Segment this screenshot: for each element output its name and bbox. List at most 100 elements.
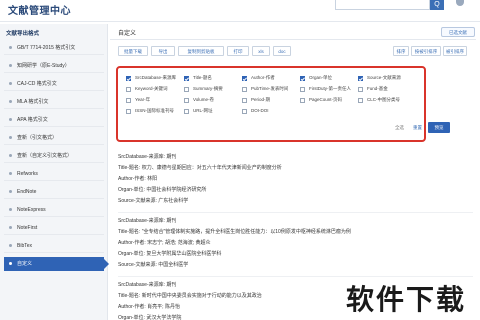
- checkbox-icon[interactable]: [126, 108, 131, 114]
- field-label: URL-网址: [193, 108, 213, 113]
- field-label: Volume-卷: [193, 97, 215, 102]
- field-checkbox[interactable]: URL-网址: [184, 107, 213, 115]
- field-checkbox[interactable]: Fund-基金: [358, 85, 388, 93]
- selected-docs-button[interactable]: 已选文献: [441, 27, 475, 37]
- checkbox-icon[interactable]: [358, 75, 363, 81]
- sidebar-item[interactable]: Refworks: [4, 167, 104, 181]
- sidebar-item[interactable]: EndNote: [4, 185, 104, 199]
- field-checkbox[interactable]: Summary-摘要: [184, 85, 223, 93]
- bullet-icon: [9, 82, 12, 85]
- checkbox-icon[interactable]: [242, 108, 247, 114]
- record-line: SrcDatabase-来源库: 期刊: [118, 218, 177, 224]
- field-checkbox[interactable]: Organ-单位: [300, 74, 332, 82]
- field-label: Title-题名: [193, 75, 212, 80]
- field-label: SrcDatabase-来源库: [135, 75, 177, 80]
- panel-title: 自定义: [118, 31, 137, 37]
- checkbox-icon[interactable]: [300, 86, 305, 92]
- sidebar-item[interactable]: NoteFirst: [4, 221, 104, 235]
- field-checkbox[interactable]: Title-题名: [184, 74, 212, 82]
- checkbox-icon[interactable]: [242, 97, 247, 103]
- bullet-icon: [9, 100, 12, 103]
- field-checkbox[interactable]: Author-作者: [242, 74, 275, 82]
- checkbox-icon[interactable]: [184, 97, 189, 103]
- bullet-icon: [9, 226, 12, 229]
- sidebar-item[interactable]: BibTex: [4, 239, 104, 253]
- toolbar-button[interactable]: 导出: [151, 46, 175, 56]
- user-icon[interactable]: [456, 0, 464, 6]
- sidebar-item[interactable]: 查新（自定义引文格式）: [4, 149, 104, 163]
- sidebar-item-label: GB/T 7714-2015 格式引文: [17, 45, 76, 51]
- field-checkbox[interactable]: Volume-卷: [184, 96, 214, 104]
- sidebar-item[interactable]: NoteExpress: [4, 203, 104, 217]
- checkbox-icon[interactable]: [184, 75, 189, 81]
- select-all-link[interactable]: 全选: [395, 125, 404, 131]
- sidebar-item[interactable]: GB/T 7714-2015 格式引文: [4, 41, 104, 55]
- field-checkbox[interactable]: DOI-DOI: [242, 107, 269, 115]
- field-checkbox[interactable]: Period-期: [242, 96, 270, 104]
- sidebar-item-label: NoteFirst: [17, 225, 38, 231]
- field-checkbox[interactable]: PageCount-页码: [300, 96, 342, 104]
- checkbox-icon[interactable]: [358, 86, 363, 92]
- sidebar-item-label: BibTex: [17, 243, 33, 249]
- reset-link[interactable]: 重置: [413, 125, 422, 131]
- toolbar-button[interactable]: 批量下载: [118, 46, 148, 56]
- field-label: Period-期: [251, 97, 271, 102]
- sort-button[interactable]: 按被引排序: [411, 46, 441, 56]
- checkbox-icon[interactable]: [126, 86, 131, 92]
- sidebar-item[interactable]: APA 格式引文: [4, 113, 104, 127]
- sidebar-item-label: 查新（自定义引文格式）: [17, 153, 73, 159]
- sidebar-item-label: NoteExpress: [17, 207, 46, 213]
- field-checkbox[interactable]: PubTime-发表时间: [242, 85, 288, 93]
- watermark-text: 软件下载: [346, 284, 467, 315]
- field-label: Organ-单位: [309, 75, 333, 80]
- field-checkbox[interactable]: CLC-中图分类号: [358, 96, 400, 104]
- checkbox-icon[interactable]: [300, 75, 305, 81]
- bullet-icon: [9, 244, 12, 247]
- checkbox-icon[interactable]: [184, 86, 189, 92]
- app-title: 文献管理中心: [8, 6, 71, 17]
- record-line: Source-文献来源: 广东社会科学: [118, 198, 189, 204]
- field-label: ISSN-国际标准刊号: [135, 108, 175, 113]
- record-divider: [118, 271, 473, 277]
- sidebar-item-label: APA 格式引文: [17, 117, 48, 123]
- checkbox-icon[interactable]: [126, 97, 131, 103]
- sidebar-item-label: 知网研学（原E-Study）: [17, 63, 70, 69]
- sort-button[interactable]: 被引排序: [443, 46, 467, 56]
- toolbar-button[interactable]: xls: [252, 46, 270, 56]
- record-line: Title-题名: "全专结合"管理体制实施路，提升全科医生岗位胜任能力：以10…: [118, 229, 351, 235]
- toolbar-button[interactable]: doc: [273, 46, 291, 56]
- field-checkbox[interactable]: FirstDuty-第一责任人: [300, 85, 351, 93]
- record-line: Title-题名: 权力、康德与星期回应：对五六十年代天津新闻业产的制度分析: [118, 165, 282, 171]
- field-checkbox[interactable]: ISSN-国际标准刊号: [126, 107, 174, 115]
- toolbar-button[interactable]: 打印: [227, 46, 249, 56]
- field-label: PageCount-页码: [309, 97, 343, 102]
- toolbar-button[interactable]: 复制到剪贴板: [178, 46, 224, 56]
- preview-button[interactable]: 预览: [428, 122, 450, 133]
- sidebar-item[interactable]: MLA 格式引文: [4, 95, 104, 109]
- sort-button[interactable]: 排序: [393, 46, 409, 56]
- field-checkbox[interactable]: SrcDatabase-来源库: [126, 74, 176, 82]
- field-checkbox[interactable]: Year-年: [126, 96, 150, 104]
- checkbox-icon[interactable]: [358, 97, 363, 103]
- field-label: Year-年: [135, 97, 151, 102]
- search-input[interactable]: [335, 0, 430, 10]
- bullet-icon: [9, 262, 12, 265]
- sidebar-item[interactable]: CAJ-CD 格式引文: [4, 77, 104, 91]
- checkbox-icon[interactable]: [242, 75, 247, 81]
- bullet-icon: [9, 172, 12, 175]
- checkbox-icon[interactable]: [300, 97, 305, 103]
- sidebar-item-label: 查新（引文格式）: [17, 135, 58, 141]
- checkbox-icon[interactable]: [184, 108, 189, 114]
- record-line: Organ-单位: 中国社会科学院经济研究所: [118, 187, 207, 193]
- sidebar-item-label: CAJ-CD 格式引文: [17, 81, 57, 87]
- field-checkbox[interactable]: Keyword-关键词: [126, 85, 168, 93]
- field-label: Author-作者: [251, 75, 275, 80]
- checkbox-icon[interactable]: [242, 86, 247, 92]
- sidebar: 文献导出格式 GB/T 7714-2015 格式引文 知网研学（原E-Study）…: [0, 24, 109, 320]
- sidebar-item[interactable]: 自定义: [4, 257, 109, 271]
- sidebar-item[interactable]: 查新（引文格式）: [4, 131, 104, 145]
- field-checkbox[interactable]: Source-文献来源: [358, 74, 401, 82]
- sidebar-item[interactable]: 知网研学（原E-Study）: [4, 59, 104, 73]
- search-button[interactable]: Q: [430, 0, 444, 10]
- checkbox-icon[interactable]: [126, 75, 131, 81]
